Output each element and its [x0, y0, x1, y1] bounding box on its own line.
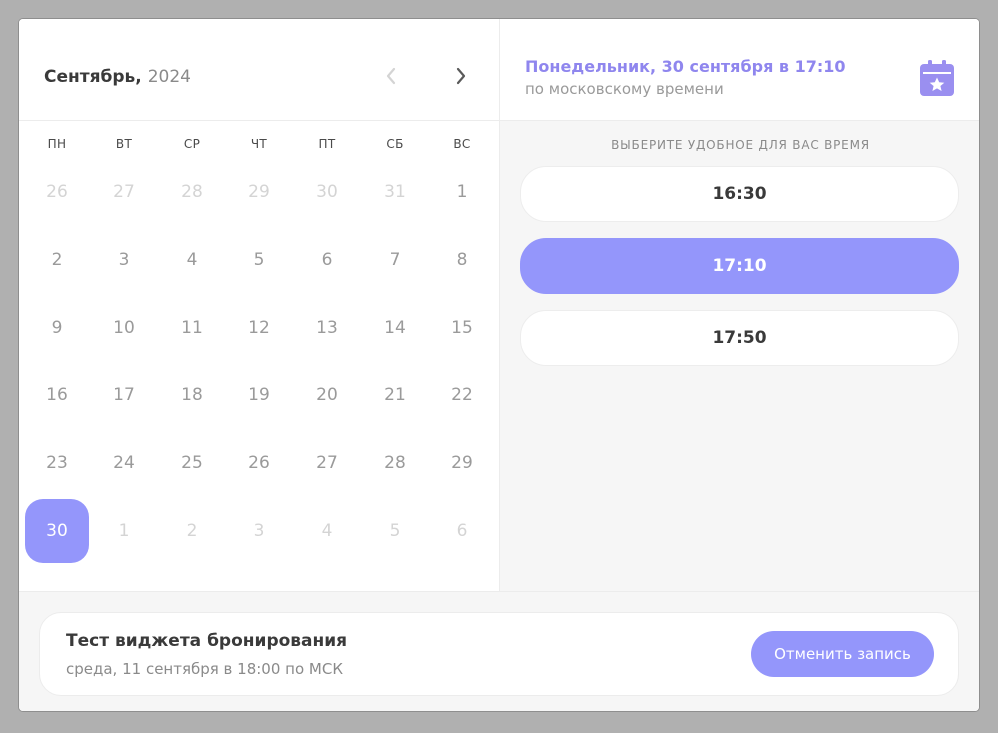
selection-header: Понедельник, 30 сентября в 17:10 по моск…: [500, 19, 979, 121]
calendar-day[interactable]: 22: [430, 363, 494, 427]
calendar-day: 28: [181, 182, 203, 202]
calendar-grid: 26 27 28 29 30 31 1 2 3 4 5 6 7 8 9 10 11 12 13 14 15 16 17 18 1…: [19, 19, 499, 591]
calendar-day[interactable]: 25: [160, 431, 224, 495]
calendar-day[interactable]: 14: [363, 296, 427, 360]
calendar-day: 30: [316, 182, 338, 202]
timezone-label: по московскому времени: [525, 80, 724, 98]
calendar-day: 29: [248, 182, 270, 202]
calendar-day[interactable]: 20: [295, 363, 359, 427]
calendar-day[interactable]: 5: [227, 228, 291, 292]
calendar-day[interactable]: 11: [160, 296, 224, 360]
calendar-day[interactable]: 10: [92, 296, 156, 360]
booking-card: Тест виджета бронирования среда, 11 сент…: [39, 612, 959, 696]
calendar-day[interactable]: 3: [92, 228, 156, 292]
calendar-day[interactable]: 6: [295, 228, 359, 292]
time-slot[interactable]: 16:30: [520, 166, 959, 222]
calendar-pane: Сентябрь, 2024 ПН ВТ СР ЧТ ПТ СБ ВС 26 27 28 29 30…: [19, 19, 500, 591]
calendar-day[interactable]: 15: [430, 296, 494, 360]
calendar-day[interactable]: 28: [363, 431, 427, 495]
calendar-day: 2: [186, 521, 198, 541]
calendar-day: 5: [389, 521, 401, 541]
calendar-day-selected[interactable]: 30: [25, 499, 89, 563]
calendar-day[interactable]: 16: [25, 363, 89, 427]
calendar-day[interactable]: 18: [160, 363, 224, 427]
calendar-day[interactable]: 17: [92, 363, 156, 427]
calendar-day[interactable]: 13: [295, 296, 359, 360]
calendar-day[interactable]: 9: [25, 296, 89, 360]
booking-title: Тест виджета бронирования: [66, 631, 348, 651]
calendar-day[interactable]: 7: [363, 228, 427, 292]
calendar-day: 1: [118, 521, 130, 541]
calendar-day[interactable]: 19: [227, 363, 291, 427]
time-slot-selected[interactable]: 17:10: [520, 238, 959, 294]
calendar-day: 6: [456, 521, 468, 541]
calendar-day: 26: [46, 182, 68, 202]
booking-footer: Тест виджета бронирования среда, 11 сент…: [19, 591, 979, 711]
calendar-star-icon[interactable]: [919, 59, 955, 97]
calendar-day[interactable]: 8: [430, 228, 494, 292]
calendar-day[interactable]: 29: [430, 431, 494, 495]
calendar-day[interactable]: 24: [92, 431, 156, 495]
booking-datetime: среда, 11 сентября в 18:00 по МСК: [66, 660, 343, 678]
calendar-day[interactable]: 4: [160, 228, 224, 292]
calendar-day[interactable]: 12: [227, 296, 291, 360]
calendar-day: 31: [384, 182, 406, 202]
time-pane: Понедельник, 30 сентября в 17:10 по моск…: [500, 19, 979, 591]
calendar-day[interactable]: 2: [25, 228, 89, 292]
calendar-day[interactable]: 23: [25, 431, 89, 495]
calendar-day[interactable]: 21: [363, 363, 427, 427]
calendar-day: 3: [253, 521, 265, 541]
calendar-day[interactable]: 27: [295, 431, 359, 495]
booking-widget: Сентябрь, 2024 ПН ВТ СР ЧТ ПТ СБ ВС 26 27 28 29 30…: [18, 18, 980, 712]
calendar-day: 27: [113, 182, 135, 202]
cancel-booking-button[interactable]: Отменить запись: [751, 631, 934, 677]
time-slot[interactable]: 17:50: [520, 310, 959, 366]
slots-title: ВЫБЕРИТЕ УДОБНОЕ ДЛЯ ВАС ВРЕМЯ: [611, 138, 870, 152]
selected-datetime: Понедельник, 30 сентября в 17:10: [525, 57, 846, 76]
calendar-day[interactable]: 1: [430, 160, 494, 224]
calendar-day: 4: [321, 521, 333, 541]
calendar-day[interactable]: 26: [227, 431, 291, 495]
